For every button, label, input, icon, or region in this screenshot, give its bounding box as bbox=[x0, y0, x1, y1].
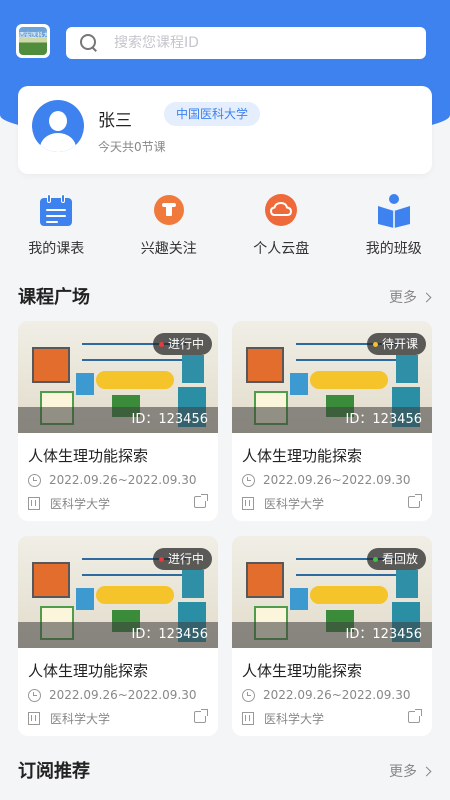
building-icon bbox=[28, 712, 40, 725]
course-plaza-title: 课程广场 bbox=[18, 287, 90, 308]
school-badge: 中国医科大学 bbox=[164, 102, 261, 126]
search-icon bbox=[80, 34, 98, 52]
clock-icon bbox=[28, 473, 41, 487]
share-icon[interactable] bbox=[408, 709, 422, 723]
status-badge: 进行中 bbox=[152, 548, 212, 570]
course-title: 人体生理功能探索 bbox=[28, 662, 149, 680]
course-id: ID：123456 bbox=[131, 627, 208, 642]
course-card[interactable]: ID：123456 进行中 人体生理功能探索 2022.09.26~2022.0… bbox=[18, 536, 218, 736]
nav-label: 个人云盘 bbox=[253, 241, 310, 257]
search-input[interactable] bbox=[114, 35, 394, 51]
lightbulb-icon bbox=[151, 192, 187, 228]
nav-my-class[interactable]: 我的班级 bbox=[338, 192, 450, 262]
nav-my-schedule[interactable]: 我的课表 bbox=[0, 192, 113, 262]
user-name: 张三 bbox=[98, 111, 132, 131]
chevron-right-icon bbox=[421, 292, 432, 302]
quick-nav: 我的课表 兴趣关注 个人云盘 我的班级 bbox=[0, 192, 450, 262]
course-card[interactable]: ID：123456 待开课 人体生理功能探索 2022.09.26~2022.0… bbox=[232, 321, 432, 521]
status-badge: 待开课 bbox=[366, 333, 426, 355]
course-card[interactable]: ID：123456 看回放 人体生理功能探索 2022.09.26~2022.0… bbox=[232, 536, 432, 736]
status-badge: 看回放 bbox=[366, 548, 426, 570]
course-id: ID：123456 bbox=[345, 627, 422, 642]
course-date: 2022.09.26~2022.09.30 bbox=[242, 688, 410, 702]
course-school: 医科学大学 bbox=[28, 710, 110, 727]
course-school: 医科学大学 bbox=[242, 710, 324, 727]
course-title: 人体生理功能探索 bbox=[242, 662, 363, 680]
building-icon bbox=[242, 497, 254, 510]
status-badge: 进行中 bbox=[152, 333, 212, 355]
nav-label: 我的课表 bbox=[28, 241, 85, 257]
course-card[interactable]: ID：123456 进行中 人体生理功能探索 2022.09.26~2022.0… bbox=[18, 321, 218, 521]
avatar[interactable] bbox=[32, 100, 84, 152]
course-plaza-more-link[interactable]: 更多 bbox=[389, 287, 432, 307]
today-classes: 今天共0节课 bbox=[98, 140, 166, 154]
cloud-icon bbox=[263, 192, 299, 228]
course-school: 医科学大学 bbox=[242, 495, 324, 512]
course-title: 人体生理功能探索 bbox=[242, 447, 363, 465]
course-date: 2022.09.26~2022.09.30 bbox=[28, 473, 196, 487]
nav-label: 我的班级 bbox=[365, 241, 422, 257]
school-logo[interactable]: 西安医科大 bbox=[16, 24, 50, 58]
subscription-title: 订阅推荐 bbox=[18, 761, 90, 782]
course-date: 2022.09.26~2022.09.30 bbox=[28, 688, 196, 702]
clock-icon bbox=[242, 473, 255, 487]
calendar-icon bbox=[38, 192, 74, 228]
share-icon[interactable] bbox=[194, 709, 208, 723]
chevron-right-icon bbox=[421, 766, 432, 776]
course-date: 2022.09.26~2022.09.30 bbox=[242, 473, 410, 487]
share-icon[interactable] bbox=[408, 494, 422, 508]
class-book-icon bbox=[376, 192, 412, 228]
course-id: ID：123456 bbox=[345, 412, 422, 427]
nav-interests[interactable]: 兴趣关注 bbox=[113, 192, 226, 262]
top-bar: 西安医科大 bbox=[0, 0, 450, 90]
search-bar[interactable] bbox=[66, 27, 426, 59]
nav-label: 兴趣关注 bbox=[140, 241, 197, 257]
clock-icon bbox=[28, 688, 41, 702]
course-school: 医科学大学 bbox=[28, 495, 110, 512]
share-icon[interactable] bbox=[194, 494, 208, 508]
building-icon bbox=[28, 497, 40, 510]
profile-card[interactable]: 张三 中国医科大学 今天共0节课 bbox=[18, 86, 432, 174]
course-title: 人体生理功能探索 bbox=[28, 447, 149, 465]
course-id: ID：123456 bbox=[131, 412, 208, 427]
building-icon bbox=[242, 712, 254, 725]
subscription-more-link[interactable]: 更多 bbox=[389, 761, 432, 781]
nav-cloud-drive[interactable]: 个人云盘 bbox=[225, 192, 338, 262]
clock-icon bbox=[242, 688, 255, 702]
